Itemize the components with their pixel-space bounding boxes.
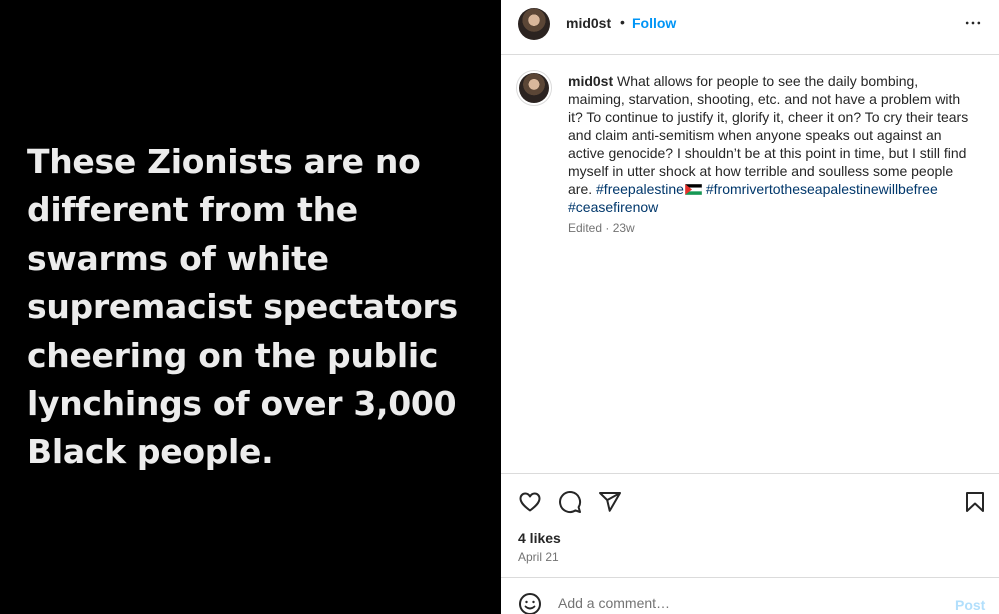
header-separator: •: [620, 14, 625, 30]
comment-input[interactable]: [558, 595, 928, 611]
post-date[interactable]: April 21: [518, 550, 559, 564]
hashtag-fromrivertothesea[interactable]: #fromrivertotheseapalestinewillbefree: [706, 181, 938, 197]
post-side-panel: mid0st • Follow mid0st What allows for p…: [501, 0, 999, 614]
hashtag-ceasefirenow[interactable]: #ceasefirenow: [568, 199, 658, 215]
follow-button[interactable]: Follow: [632, 15, 676, 31]
more-horizontal-icon[interactable]: [963, 13, 983, 33]
hashtag-freepalestine[interactable]: #freepalestine: [596, 181, 684, 197]
caption-avatar[interactable]: [519, 73, 549, 103]
caption-username[interactable]: mid0st: [568, 73, 613, 89]
post-caption: mid0st What allows for people to see the…: [568, 72, 978, 216]
caption-avatar-ring[interactable]: [516, 70, 552, 106]
heart-icon[interactable]: [518, 490, 542, 514]
caption-text: What allows for people to see the daily …: [568, 73, 969, 197]
palestine-flag-icon: [684, 181, 703, 196]
author-avatar[interactable]: [518, 8, 550, 40]
comment-bar: Post: [501, 577, 999, 614]
caption-meta: Edited · 23w: [568, 221, 635, 235]
post-actions: 4 likes April 21: [501, 473, 999, 577]
author-username[interactable]: mid0st: [566, 15, 611, 31]
likes-count[interactable]: 4 likes: [518, 530, 561, 546]
post-header: mid0st • Follow: [501, 0, 999, 55]
bookmark-icon[interactable]: [963, 490, 987, 514]
post-comment-button[interactable]: Post: [955, 597, 985, 613]
post-media: These Zionists are no different from the…: [0, 0, 501, 614]
comment-icon[interactable]: [558, 490, 582, 514]
media-quote-text: These Zionists are no different from the…: [27, 142, 458, 472]
emoji-icon[interactable]: [518, 592, 542, 614]
share-icon[interactable]: [598, 490, 622, 514]
